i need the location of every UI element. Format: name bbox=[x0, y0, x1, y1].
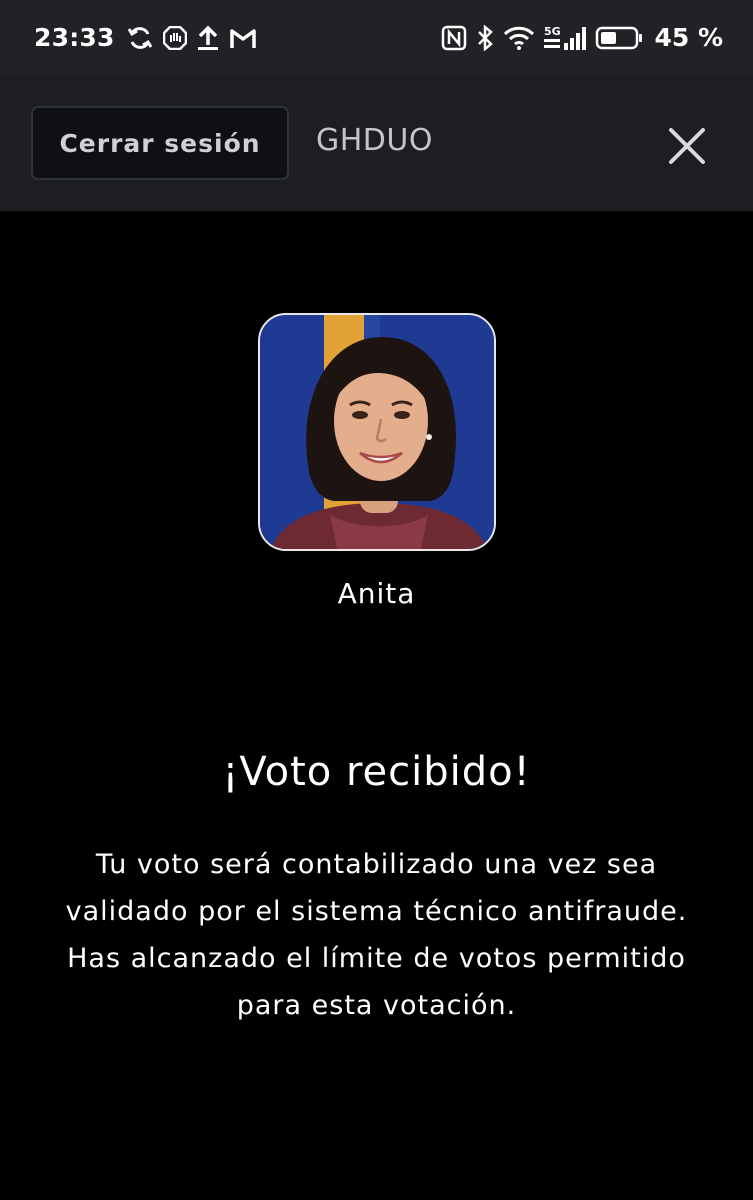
nfc-icon bbox=[441, 25, 467, 51]
contestant-photo bbox=[258, 313, 496, 551]
contestant-portrait-image bbox=[260, 315, 494, 549]
main-content: Anita ¡Voto recibido! Tu voto será conta… bbox=[0, 211, 753, 1200]
wifi-icon bbox=[503, 26, 535, 50]
vote-confirmation-message: Tu voto será contabilizado una vez sea v… bbox=[65, 849, 688, 1021]
close-icon bbox=[669, 128, 705, 164]
contestant-name: Anita bbox=[337, 577, 416, 610]
header-title: GHDUO bbox=[316, 123, 433, 158]
vote-confirmation-heading: ¡Voto recibido! bbox=[222, 749, 531, 795]
gmail-icon bbox=[229, 27, 257, 49]
upload-icon bbox=[196, 25, 220, 51]
hand-stop-icon bbox=[162, 25, 187, 50]
close-button[interactable] bbox=[662, 121, 712, 171]
battery-percent: 45 % bbox=[654, 23, 723, 52]
network-type-label: 5G bbox=[544, 25, 561, 38]
status-time: 23:33 bbox=[34, 23, 115, 52]
status-bar: 23:33 5G 45 % bbox=[0, 0, 753, 75]
sync-icon bbox=[126, 24, 154, 52]
bluetooth-icon bbox=[476, 24, 494, 51]
logout-button[interactable]: Cerrar sesión bbox=[31, 106, 289, 180]
app-header: Cerrar sesión GHDUO bbox=[0, 75, 753, 211]
status-bar-right: 5G 45 % bbox=[441, 23, 723, 52]
battery-icon bbox=[595, 25, 643, 51]
status-bar-left: 23:33 bbox=[34, 23, 257, 52]
5g-signal-icon: 5G bbox=[544, 25, 587, 51]
